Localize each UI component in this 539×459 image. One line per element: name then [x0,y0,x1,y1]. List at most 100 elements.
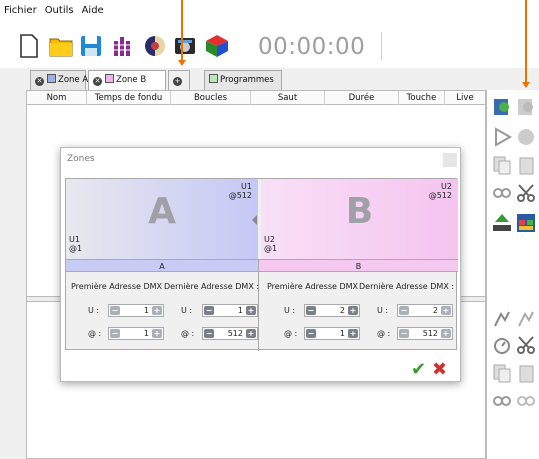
decrement-button[interactable]: − [204,306,214,315]
decrement-button[interactable]: − [399,306,409,315]
zone-b-start-label: U2 @1 [264,235,277,253]
zone-a-first-address-spinbox[interactable]: − 1 + [108,327,164,340]
zone-a-first-address-label: Première Adresse DMX [71,282,163,291]
increment-button[interactable]: + [246,306,256,315]
decrement-button[interactable]: − [204,329,214,338]
add-function-icon[interactable] [491,308,513,330]
zone-a-start-address: @1 [69,244,83,253]
ok-button[interactable]: ✔ [411,361,426,379]
copy-icon[interactable] [491,154,513,176]
zone-b-last-u-label: U : [377,306,389,315]
add-cue-icon[interactable] [491,96,513,118]
record-icon[interactable] [515,126,537,148]
zone-a-first-u-label: U : [88,306,100,315]
zone-b-preview[interactable]: B U2 @512 U2 @1 [261,179,458,259]
zone-b-end-address: @512 [428,191,452,200]
zone-a-first-universe-spinbox[interactable]: − 1 + [108,304,164,317]
zone-b-last-address-label: Dernière Adresse DMX : [359,282,455,291]
zone-a-first-at-label: @ : [88,329,102,338]
remove-function-icon[interactable] [515,308,537,330]
open-folder-icon[interactable] [48,33,74,59]
tab-zone-b[interactable]: ✕ Zone B [88,70,166,91]
table-header: Nom Temps de fondu Boucles Saut Durée To… [27,91,485,105]
midi-device-icon[interactable] [172,33,198,59]
cancel-button[interactable]: ✖ [432,361,447,379]
zone-a-last-address-spinbox[interactable]: − 512 + [202,327,258,340]
decrement-button[interactable]: − [306,306,316,315]
column-header-duree[interactable]: Durée [325,91,399,105]
zone-b-last-universe-value: 2 [432,306,438,315]
zone-b-first-address-spinbox[interactable]: − 1 + [304,327,360,340]
scissors-icon[interactable] [515,182,537,204]
zone-a-start-universe: U1 [69,235,80,244]
upload-icon[interactable] [491,212,513,234]
menu-fichier[interactable]: Fichier [0,0,41,22]
increment-button[interactable]: + [441,306,451,315]
paste-icon[interactable] [515,154,537,176]
zone-b-swatch [105,74,114,83]
zone-a-last-universe-value: 1 [237,306,243,315]
timer-icon[interactable] [491,334,513,356]
column-header-live[interactable]: Live [445,91,485,105]
increment-button[interactable]: + [246,329,256,338]
zone-a-last-universe-spinbox[interactable]: − 1 + [202,304,258,317]
annotation-arrow-line [525,0,527,82]
increment-button[interactable]: + [152,306,162,315]
zones-icon[interactable] [515,212,537,234]
add-icon: + [173,77,182,86]
zone-b-last-address-value: 512 [422,329,438,338]
paste-function-icon[interactable] [515,362,537,384]
grid-icon[interactable] [110,33,136,59]
copy-function-icon[interactable] [491,362,513,384]
increment-button[interactable]: + [348,329,358,338]
zone-a-last-u-label: U : [181,306,193,315]
decrement-button[interactable]: − [399,329,409,338]
menu-bar: Fichier Outils Aide [0,0,539,22]
column-header-boucles[interactable]: Boucles [171,91,251,105]
remove-cue-icon[interactable] [515,96,537,118]
link-function-icon[interactable] [491,390,513,412]
save-icon[interactable] [78,33,104,59]
close-icon[interactable]: ✕ [35,77,44,86]
zone-a-last-address-value: 512 [227,329,243,338]
annotation-arrow-head [522,82,530,88]
zone-a-last-at-label: @ : [181,329,195,338]
zone-b-last-universe-spinbox[interactable]: − 2 + [397,304,453,317]
tab-label: Zone A [58,75,89,85]
menu-outils[interactable]: Outils [41,0,78,22]
close-icon[interactable]: ✕ [93,77,102,86]
zone-b-first-u-label: U : [284,306,296,315]
tab-programmes[interactable]: Programmes [204,70,282,90]
zone-a-preview[interactable]: A U1 @512 U1 @1 [66,179,258,259]
zone-a-first-universe-value: 1 [143,306,149,315]
increment-button[interactable]: + [152,329,162,338]
zone-b-last-address-spinbox[interactable]: − 512 + [397,327,453,340]
column-header-saut[interactable]: Saut [251,91,325,105]
link-icon[interactable] [491,182,513,204]
new-file-icon[interactable] [16,33,42,59]
dialog-close-button[interactable] [443,153,457,167]
zones-editor: A U1 @512 U1 @1 B U2 @512 U2 @1 A B Première… [65,178,458,351]
zone-a-swatch [47,74,56,83]
tab-zone-a[interactable]: ✕ Zone A [30,70,89,90]
toolbar: 00:00:00 [0,22,539,68]
play-icon[interactable] [491,126,513,148]
increment-button[interactable]: + [348,306,358,315]
zone-b-end-label: U2 @512 [429,182,452,200]
increment-button[interactable]: + [441,329,451,338]
zone-b-first-at-label: @ : [284,329,298,338]
column-header-temps-de-fondu[interactable]: Temps de fondu [87,91,171,105]
unlink-function-icon[interactable] [515,390,537,412]
menu-aide[interactable]: Aide [78,0,108,22]
column-header-touche[interactable]: Touche [399,91,445,105]
cut-icon[interactable] [515,334,537,356]
add-tab-button[interactable]: + [168,70,190,90]
zone-b-first-universe-spinbox[interactable]: − 2 + [304,304,360,317]
palette-icon[interactable] [142,33,168,59]
decrement-button[interactable]: − [110,329,120,338]
zone-a-first-address-value: 1 [143,329,149,338]
decrement-button[interactable]: − [306,329,316,338]
decrement-button[interactable]: − [110,306,120,315]
column-header-nom[interactable]: Nom [27,91,87,105]
rubik-cube-icon[interactable] [204,33,230,59]
